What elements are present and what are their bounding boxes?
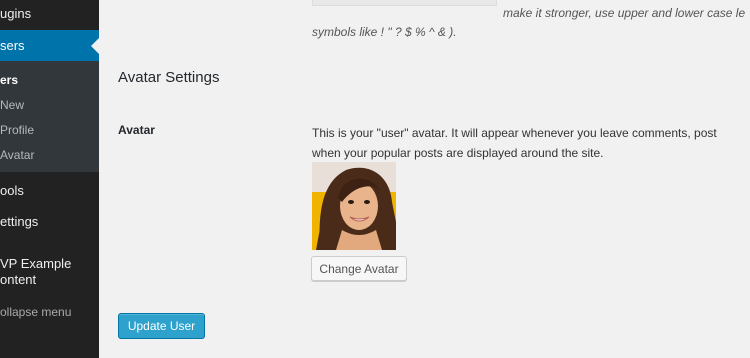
avatar-description: This is your "user" avatar. It will appe… xyxy=(312,123,717,163)
submenu-item-your-profile[interactable]: Profile xyxy=(0,123,34,137)
profile-main: make it stronger, use upper and lower ca… xyxy=(99,0,750,358)
sidebar-item-label: sers xyxy=(0,38,25,53)
avatar-description-line1: This is your "user" avatar. It will appe… xyxy=(312,126,717,140)
avatar-settings-heading: Avatar Settings xyxy=(118,69,220,86)
password-hint-line2: symbols like ! " ? $ % ^ & ). xyxy=(312,25,457,39)
users-submenu: ers New Profile Avatar xyxy=(0,61,99,172)
change-avatar-button[interactable]: Change Avatar xyxy=(311,256,407,281)
submenu-item-add-new[interactable]: New xyxy=(0,98,24,112)
sidebar-item-label: ugins xyxy=(0,6,32,21)
submenu-item-all-users[interactable]: ers xyxy=(0,73,18,87)
sidebar-item-plugins[interactable]: ugins xyxy=(0,0,99,30)
sidebar-item-tools[interactable]: ools xyxy=(0,183,24,198)
sidebar-item-settings[interactable]: ettings xyxy=(0,214,38,229)
submenu-item-avatar[interactable]: Avatar xyxy=(0,148,34,162)
avatar-description-line2: when your popular posts are displayed ar… xyxy=(312,146,604,160)
update-user-button[interactable]: Update User xyxy=(118,313,205,339)
avatar-photo xyxy=(312,162,396,250)
sidebar-item-wp-example-line2[interactable]: ontent xyxy=(0,272,36,287)
active-indicator-arrow xyxy=(91,38,99,54)
sidebar-item-users[interactable]: sers xyxy=(0,30,99,61)
password-strength-box xyxy=(312,0,497,6)
password-hint-line1: make it stronger, use upper and lower ca… xyxy=(503,6,746,20)
collapse-menu-button[interactable]: ollapse menu xyxy=(0,305,71,319)
sidebar-item-wp-example-line1[interactable]: VP Example xyxy=(0,256,71,271)
admin-sidebar: ugins sers ers New Profile Avatar ools e… xyxy=(0,0,99,358)
avatar-field-label: Avatar xyxy=(118,123,155,137)
avatar-image xyxy=(312,162,396,250)
